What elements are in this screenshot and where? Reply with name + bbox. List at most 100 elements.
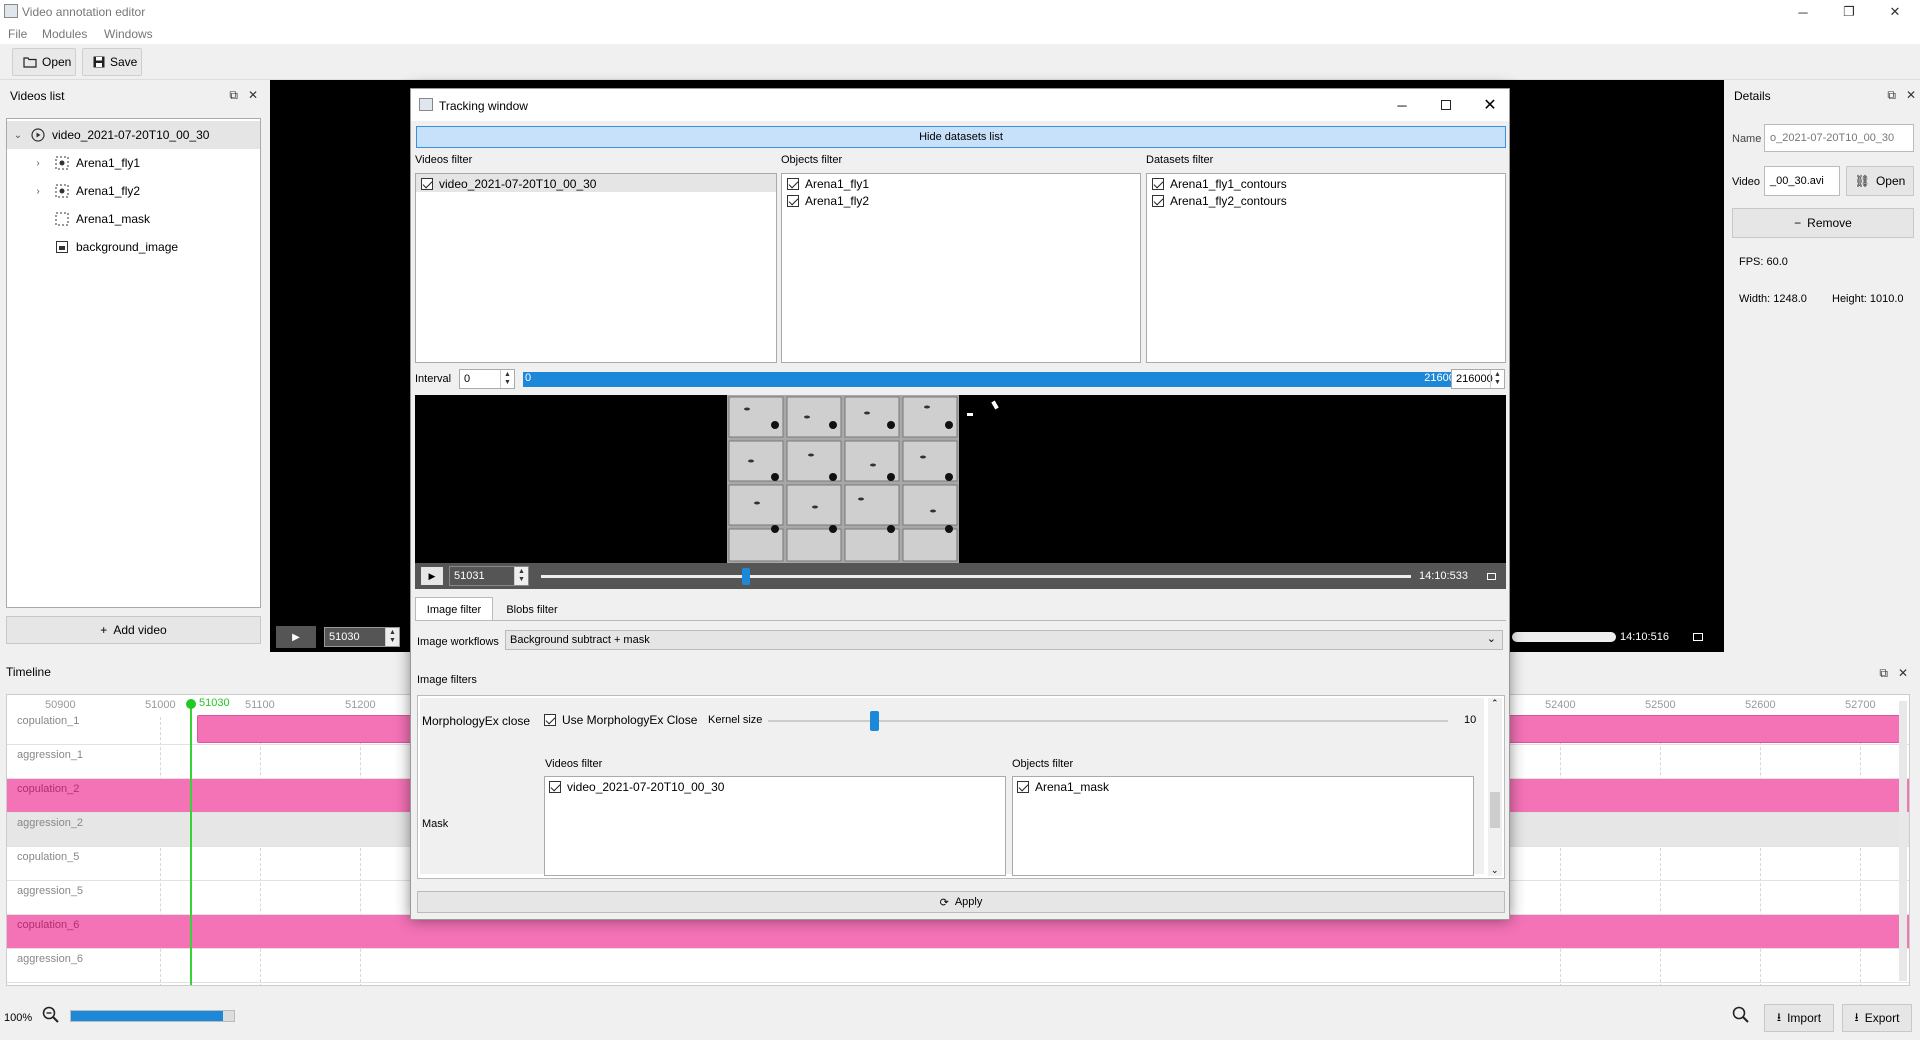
image-filters-label: Image filters (417, 674, 477, 686)
video-icon (31, 128, 45, 142)
chevron-right-icon[interactable]: › (31, 186, 45, 197)
chevron-down-icon[interactable]: ⌄ (11, 130, 25, 141)
name-field[interactable]: o_2021-07-20T10_00_30 (1764, 124, 1914, 152)
close-panel-icon[interactable]: ✕ (1898, 666, 1908, 681)
checkbox-checked-icon[interactable] (787, 195, 799, 207)
chevron-down-icon[interactable]: ⌄ (1491, 865, 1499, 876)
tree-item-video[interactable]: ⌄ video_2021-07-20T10_00_30 (7, 121, 260, 149)
interval-range-slider[interactable]: 0 216000 (523, 372, 1463, 387)
mask-object-item[interactable]: Arena1_mask (1017, 780, 1109, 794)
tracking-close-button[interactable]: ✕ (1475, 93, 1505, 117)
spin-arrows-icon[interactable]: ▲ ▼ (385, 628, 399, 646)
zoom-in-icon[interactable] (1732, 1006, 1752, 1026)
preview-fullscreen-button[interactable] (1481, 567, 1501, 585)
checkbox-checked-icon[interactable] (787, 178, 799, 190)
interval-start-spinbox[interactable]: 0 ▲ ▼ (459, 369, 515, 389)
timeline-cursor[interactable] (190, 701, 192, 985)
timeline-row[interactable]: aggression_6 (7, 949, 1909, 983)
menu-file[interactable]: File (8, 27, 27, 41)
mask-video-item[interactable]: video_2021-07-20T10_00_30 (549, 780, 724, 794)
videos-filter-title: Videos filter (415, 154, 473, 166)
interval-end-spinbox[interactable]: 216000 ▲ ▼ (1451, 369, 1505, 389)
seek-bar-track[interactable] (1512, 632, 1616, 642)
export-button[interactable]: ⭳ Export (1842, 1004, 1912, 1032)
app-icon (4, 4, 18, 18)
zoom-out-icon[interactable] (42, 1006, 62, 1026)
spin-arrows-icon[interactable]: ▲ ▼ (500, 370, 514, 388)
menu-windows[interactable]: Windows (104, 27, 153, 41)
play-button[interactable]: ▶ (276, 626, 316, 648)
filters-scrollbar[interactable]: ⌃ ⌄ (1488, 698, 1502, 876)
menu-modules[interactable]: Modules (42, 27, 87, 41)
tracking-minimize-button[interactable]: ─ (1387, 93, 1417, 117)
preview-play-button[interactable]: ▶ (421, 567, 443, 585)
hide-datasets-button[interactable]: Hide datasets list (416, 126, 1506, 148)
tick-label: 52500 (1645, 699, 1676, 711)
tree-item-label: Arena1_mask (76, 212, 151, 226)
checkbox-checked-icon[interactable] (549, 781, 561, 793)
datasets-filter-item[interactable]: Arena1_fly1_contours (1152, 177, 1287, 191)
videos-filter-item[interactable]: video_2021-07-20T10_00_30 (421, 177, 596, 191)
close-panel-icon[interactable]: ✕ (1906, 88, 1916, 103)
checkbox-checked-icon[interactable] (1152, 178, 1164, 190)
current-frame-label: 51030 (199, 697, 230, 709)
tracked-blob-marker (991, 400, 999, 410)
close-button[interactable]: ✕ (1872, 0, 1918, 24)
cursor-handle-icon[interactable] (186, 699, 196, 709)
chevron-right-icon[interactable]: › (31, 158, 45, 169)
remove-button[interactable]: − Remove (1732, 208, 1914, 238)
checkbox-checked-icon[interactable] (544, 714, 556, 726)
preview-seek-handle[interactable] (742, 568, 751, 585)
spin-arrows-icon[interactable]: ▲ ▼ (1490, 370, 1504, 388)
checkbox-checked-icon[interactable] (421, 178, 433, 190)
timeline-scrollbar[interactable] (1899, 701, 1907, 981)
tree-item-arena1-mask[interactable]: Arena1_mask (7, 205, 150, 233)
objects-filter-title: Objects filter (781, 154, 843, 166)
kernel-slider-handle[interactable] (870, 711, 879, 731)
datasets-filter-item[interactable]: Arena1_fly2_contours (1152, 194, 1287, 208)
checkbox-checked-icon[interactable] (1152, 195, 1164, 207)
workflows-label: Image workflows (417, 636, 499, 648)
frame-value: 51030 (329, 631, 360, 643)
tree-item-arena1-fly1[interactable]: › Arena1_fly1 (7, 149, 140, 177)
kernel-label: Kernel size (708, 714, 763, 726)
timeline-row[interactable]: copulation_6 (7, 915, 1909, 949)
close-panel-icon[interactable]: ✕ (248, 88, 258, 103)
frame-spinbox[interactable]: 51030 ▲ ▼ (324, 627, 400, 647)
chevron-up-icon[interactable]: ⌃ (1491, 698, 1499, 709)
tab-image-filter[interactable]: Image filter (415, 597, 493, 621)
open-button[interactable]: Open (12, 48, 76, 76)
spin-arrows-icon[interactable]: ▲ ▼ (514, 567, 528, 585)
workflow-select[interactable]: Background subtract + mask ⌄ (505, 630, 1503, 650)
app-title: Video annotation editor (22, 5, 146, 19)
float-icon[interactable]: ⧉ (229, 88, 238, 103)
row-label: aggression_6 (17, 953, 84, 965)
datasets-filter-title: Datasets filter (1146, 154, 1214, 166)
tab-blobs-filter[interactable]: Blobs filter (495, 599, 569, 621)
add-video-button[interactable]: + Add video (6, 616, 261, 644)
video-path-field[interactable]: _00_30.avi (1764, 166, 1840, 196)
objects-filter-list: Arena1_fly1 Arena1_fly2 (781, 173, 1141, 363)
scrollbar-thumb[interactable] (1490, 792, 1500, 828)
kernel-slider-track[interactable] (768, 711, 1448, 731)
restore-button[interactable]: ❐ (1826, 0, 1872, 24)
import-button[interactable]: ⭳ Import (1764, 1004, 1834, 1032)
use-morph-checkbox[interactable]: Use MorphologyEx Close (544, 713, 697, 727)
save-button[interactable]: Save (82, 48, 142, 76)
preview-seek-track[interactable] (541, 568, 1411, 585)
tree-item-background-image[interactable]: background_image (7, 233, 178, 261)
preview-frame-spinbox[interactable]: 51031 ▲ ▼ (449, 566, 529, 586)
objects-filter-item[interactable]: Arena1_fly1 (787, 177, 869, 191)
float-icon[interactable]: ⧉ (1887, 88, 1896, 103)
tree-item-arena1-fly2[interactable]: › Arena1_fly2 (7, 177, 140, 205)
tick-label: 51100 (245, 699, 275, 711)
apply-button[interactable]: ⟳ Apply (417, 891, 1505, 913)
zoom-slider[interactable] (70, 1010, 235, 1022)
details-open-button[interactable]: ⛓ Open (1846, 166, 1914, 196)
checkbox-checked-icon[interactable] (1017, 781, 1029, 793)
objects-filter-item[interactable]: Arena1_fly2 (787, 194, 869, 208)
fullscreen-button[interactable] (1684, 626, 1712, 648)
tracking-maximize-button[interactable] (1431, 93, 1461, 117)
float-icon[interactable]: ⧉ (1879, 666, 1888, 681)
minimize-button[interactable]: ─ (1780, 0, 1826, 24)
